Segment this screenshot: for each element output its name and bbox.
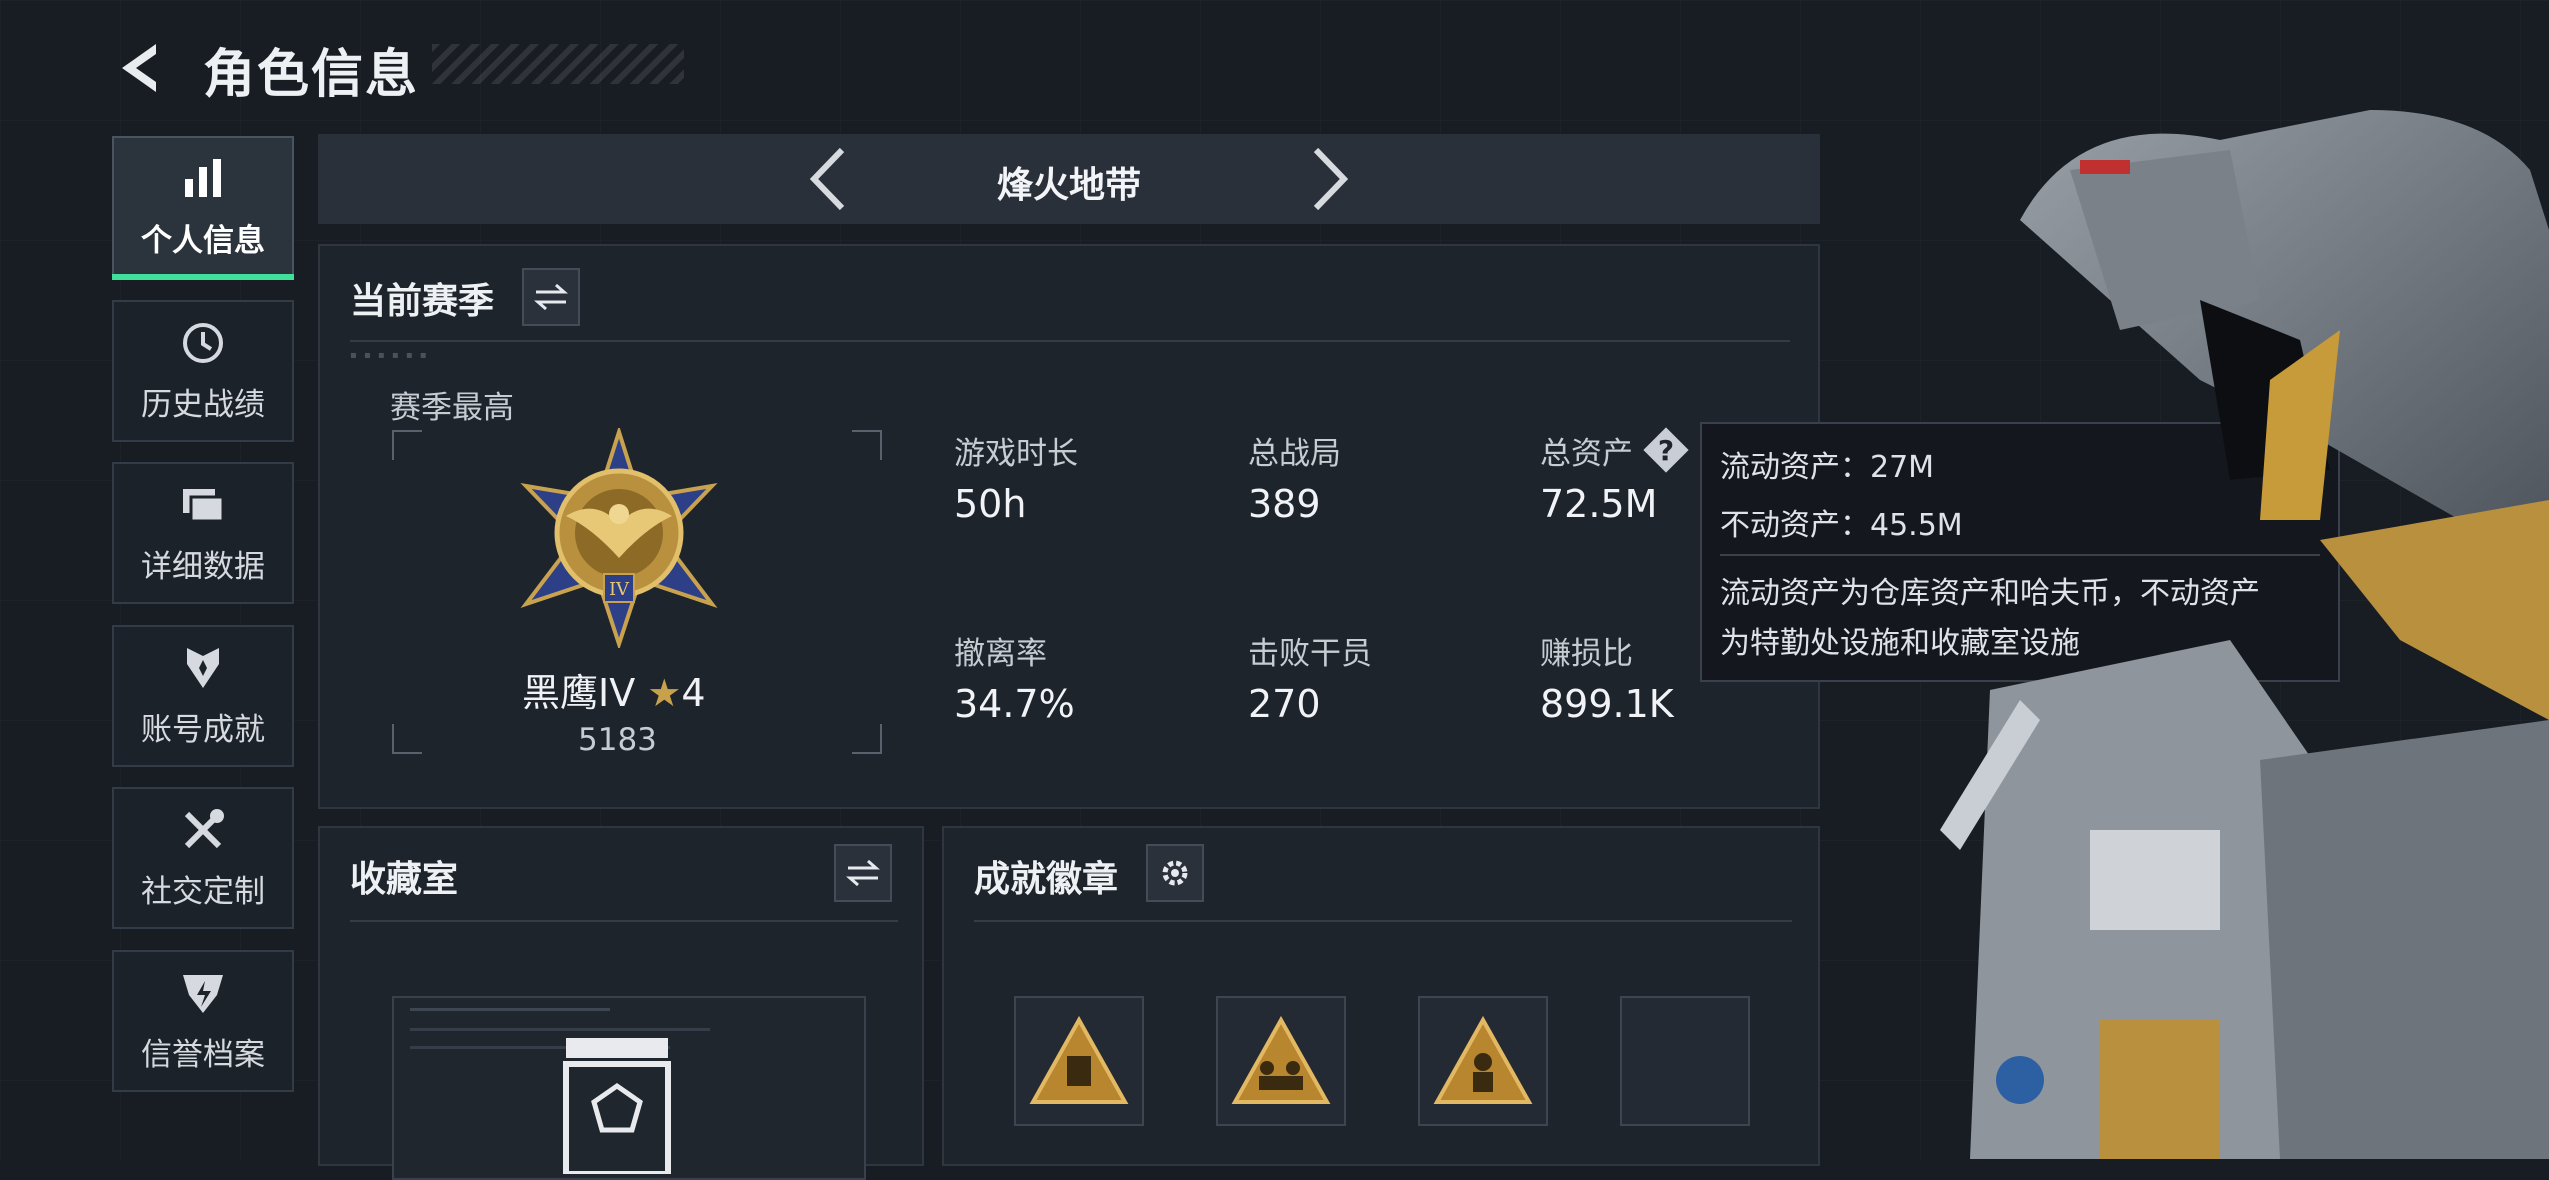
- sidebar-item-personal-info[interactable]: 个人信息: [112, 136, 294, 280]
- frame-corner: [852, 430, 882, 460]
- frame-corner: [392, 430, 422, 460]
- bar-chart-icon: [185, 158, 221, 197]
- history-clock-icon: [183, 322, 223, 363]
- sidebar-item-history[interactable]: 历史战绩: [112, 300, 294, 442]
- sidebar-item-label: 个人信息: [141, 222, 265, 259]
- collection-divider: [350, 920, 898, 922]
- badge-slot[interactable]: [1014, 996, 1144, 1126]
- stat-value-total-matches: 389: [1248, 482, 1321, 526]
- stat-label-extraction-rate: 撤离率: [954, 636, 1047, 672]
- sidebar-item-label: 详细数据: [141, 548, 265, 585]
- stat-value-profit-loss-ratio: 899.1K: [1540, 682, 1674, 726]
- mode-name: 烽火地带: [996, 165, 1141, 206]
- back-button[interactable]: [112, 38, 172, 98]
- collection-preview[interactable]: [392, 996, 866, 1180]
- svg-text:?: ?: [1658, 434, 1674, 467]
- character-operator-image: [1940, 110, 2549, 1159]
- next-mode-arrow-icon[interactable]: [1296, 146, 1360, 212]
- badges-divider: [974, 920, 1792, 922]
- collection-switch-button[interactable]: [834, 844, 892, 902]
- sidebar-item-social-custom[interactable]: 社交定制: [112, 787, 294, 929]
- badge-operator-icon: [1433, 1016, 1533, 1104]
- mode-selector: 烽火地带: [318, 134, 1820, 224]
- frame-corner: [392, 724, 422, 754]
- stat-value-operators-defeated: 270: [1248, 682, 1321, 726]
- sidebar-item-label: 信誉档案: [141, 1036, 265, 1073]
- badge-slot-empty[interactable]: [1620, 996, 1750, 1126]
- rank-score: 5183: [578, 722, 657, 758]
- badge-supply-icon: [1029, 1016, 1129, 1104]
- stat-value-extraction-rate: 34.7%: [954, 682, 1075, 726]
- sidebar-item-label: 历史战绩: [141, 386, 265, 423]
- stat-label-operators-defeated: 击败干员: [1248, 636, 1372, 672]
- stat-value-play-time: 50h: [954, 482, 1027, 526]
- season-panel-title: 当前赛季: [350, 281, 495, 322]
- season-best-label: 赛季最高: [390, 390, 514, 426]
- rank-stars: 4: [681, 671, 706, 715]
- back-arrow-icon: [122, 44, 156, 92]
- rank-medal-icon: IV: [520, 428, 718, 648]
- tools-icon: [184, 808, 224, 848]
- rank-star-icon: ★: [647, 671, 682, 715]
- stat-label-play-time: 游戏时长: [954, 436, 1078, 472]
- badges-settings-button[interactable]: [1146, 844, 1204, 902]
- season-switch-button[interactable]: [522, 268, 580, 326]
- collection-panel-title: 收藏室: [350, 859, 459, 900]
- safe-vault-icon: [563, 1038, 671, 1174]
- folders-icon: [183, 488, 225, 522]
- stat-label-total-matches: 总战局: [1248, 436, 1341, 472]
- sidebar-item-label: 账号成就: [141, 711, 265, 748]
- badge-slot[interactable]: [1418, 996, 1548, 1126]
- sidebar-item-reputation[interactable]: 信誉档案: [112, 950, 294, 1092]
- swap-arrows-icon: [534, 283, 568, 311]
- badges-panel-title: 成就徽章: [974, 859, 1119, 900]
- stat-label-total-assets: 总资产: [1540, 436, 1633, 472]
- current-season-panel: 当前赛季 ▪ ▪ ▪ ▪ ▪ ▪ 赛季最高 IV 黑鹰IV ★4 5183 游戏…: [318, 244, 1820, 809]
- achievement-badges-panel: 成就徽章: [942, 826, 1820, 1166]
- season-divider: [350, 340, 1790, 342]
- svg-text:IV: IV: [609, 579, 630, 600]
- preview-line: [410, 1008, 610, 1011]
- swap-arrows-icon: [846, 859, 880, 887]
- gear-icon: [1162, 860, 1188, 886]
- stat-label-profit-loss-ratio: 赚损比: [1540, 636, 1633, 672]
- rank-name-row: 黑鹰IV ★4: [522, 662, 706, 717]
- decorative-marks: ▪ ▪ ▪ ▪ ▪ ▪: [350, 350, 429, 361]
- sidebar-item-detailed-data[interactable]: 详细数据: [112, 462, 294, 604]
- frame-corner: [852, 724, 882, 754]
- collection-room-panel: 收藏室: [318, 826, 924, 1180]
- rank-name: 黑鹰IV: [522, 671, 636, 715]
- sidebar-item-label: 社交定制: [141, 873, 265, 910]
- sidebar-item-achievements[interactable]: 账号成就: [112, 625, 294, 767]
- stat-value-total-assets: 72.5M: [1540, 482, 1658, 526]
- page-title: 角色信息: [203, 45, 420, 105]
- help-question-icon[interactable]: ?: [1638, 422, 1694, 478]
- reputation-shield-icon: [183, 974, 223, 1013]
- badge-slot[interactable]: [1216, 996, 1346, 1126]
- title-decoration: [432, 44, 684, 84]
- achievement-icon: [187, 647, 219, 688]
- preview-line: [410, 1028, 710, 1031]
- badge-squad-icon: [1231, 1016, 1331, 1104]
